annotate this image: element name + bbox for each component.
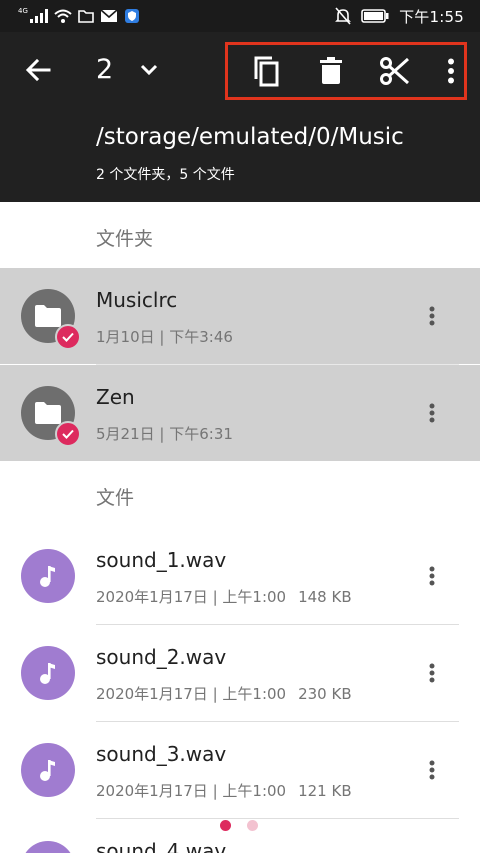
status-time: 下午1:55 <box>399 7 464 26</box>
selected-check-badge <box>55 421 81 447</box>
folder-name: Zen <box>96 385 135 409</box>
status-left-icons: 4G <box>18 7 140 25</box>
copy-button[interactable] <box>245 50 287 92</box>
file-meta: 2020年1月17日 | 上午1:00 121 KB <box>96 780 352 801</box>
file-date: 2020年1月17日 | 上午1:00 <box>96 588 287 606</box>
music-note-icon <box>40 663 55 684</box>
file-date: 2020年1月17日 | 上午1:00 <box>96 685 287 703</box>
more-vert-icon <box>429 663 435 683</box>
signal-icon <box>29 9 48 23</box>
more-vert-icon <box>429 566 435 586</box>
file-row[interactable]: sound_3.wav 2020年1月17日 | 上午1:00 121 KB <box>0 722 480 818</box>
section-header-files: 文件 <box>96 487 135 509</box>
music-note-icon <box>40 760 55 781</box>
audio-avatar <box>21 549 75 603</box>
mail-icon <box>100 9 118 22</box>
file-date: 2020年1月17日 | 上午1:00 <box>96 782 287 800</box>
delete-button[interactable] <box>310 50 352 92</box>
selection-toolbar: 2 <box>0 32 480 108</box>
file-name: sound_1.wav <box>96 548 227 572</box>
selected-check-badge <box>55 324 81 350</box>
file-meta: 2020年1月17日 | 上午1:00 148 KB <box>96 586 352 607</box>
audio-avatar <box>21 743 75 797</box>
status-right-icons: 下午1:55 <box>335 6 464 26</box>
page-dot-active[interactable] <box>220 820 231 831</box>
file-row[interactable]: sound_2.wav 2020年1月17日 | 上午1:00 230 KB <box>0 625 480 721</box>
status-bar: 4G 下午1:55 <box>0 0 480 32</box>
back-button[interactable] <box>18 50 58 90</box>
app-header: 2 /storage/emulated/0/Music 2 个文件夹，5 个文件 <box>0 32 480 202</box>
music-note-icon <box>40 566 55 587</box>
shield-icon <box>124 9 139 23</box>
file-meta: 2020年1月17日 | 上午1:00 230 KB <box>96 683 352 704</box>
selected-count: 2 <box>96 54 114 85</box>
page-dot[interactable] <box>247 820 258 831</box>
folder-notification-icon <box>78 10 94 23</box>
arrow-left-icon <box>25 58 51 82</box>
folder-name: Musiclrc <box>96 288 178 312</box>
wifi-icon <box>54 9 72 23</box>
file-name: sound_4.wav <box>96 839 227 853</box>
file-more-button[interactable] <box>416 750 448 790</box>
more-vert-icon <box>429 306 435 326</box>
more-vert-icon <box>429 760 435 780</box>
file-row[interactable]: sound_1.wav 2020年1月17日 | 上午1:00 148 KB <box>0 528 480 624</box>
trash-icon <box>320 57 342 84</box>
folder-more-button[interactable] <box>416 393 448 433</box>
chevron-down-icon <box>140 64 158 76</box>
copy-icon <box>254 56 279 87</box>
folder-icon <box>35 402 61 424</box>
file-more-button[interactable] <box>416 556 448 596</box>
page-indicator <box>220 820 258 831</box>
file-more-button[interactable] <box>416 653 448 693</box>
current-path: /storage/emulated/0/Music <box>96 124 404 150</box>
file-size: 148 KB <box>298 588 352 606</box>
folder-summary: 2 个文件夹，5 个文件 <box>96 167 235 183</box>
section-header-folders: 文件夹 <box>96 228 154 250</box>
cut-button[interactable] <box>374 50 416 92</box>
notifications-off-icon <box>335 7 352 25</box>
folder-date: 5月21日 | 下午6:31 <box>96 425 233 443</box>
file-size: 121 KB <box>298 782 352 800</box>
file-size: 230 KB <box>298 685 352 703</box>
file-name: sound_3.wav <box>96 742 227 766</box>
selection-dropdown-button[interactable] <box>134 52 164 88</box>
folder-row[interactable]: Zen 5月21日 | 下午6:31 <box>0 365 480 461</box>
network-type-label: 4G <box>18 7 28 15</box>
overflow-menu-button[interactable] <box>436 50 466 92</box>
check-icon <box>62 332 74 342</box>
check-icon <box>62 429 74 439</box>
folder-more-button[interactable] <box>416 296 448 336</box>
more-vert-icon <box>429 403 435 423</box>
audio-avatar <box>21 841 75 853</box>
scissors-icon <box>380 57 410 85</box>
more-vert-icon <box>448 58 454 84</box>
audio-avatar <box>21 646 75 700</box>
folder-icon <box>35 305 61 327</box>
file-name: sound_2.wav <box>96 645 227 669</box>
battery-icon <box>361 9 389 23</box>
folder-row[interactable]: Musiclrc 1月10日 | 下午3:46 <box>0 268 480 364</box>
folder-date: 1月10日 | 下午3:46 <box>96 328 233 346</box>
